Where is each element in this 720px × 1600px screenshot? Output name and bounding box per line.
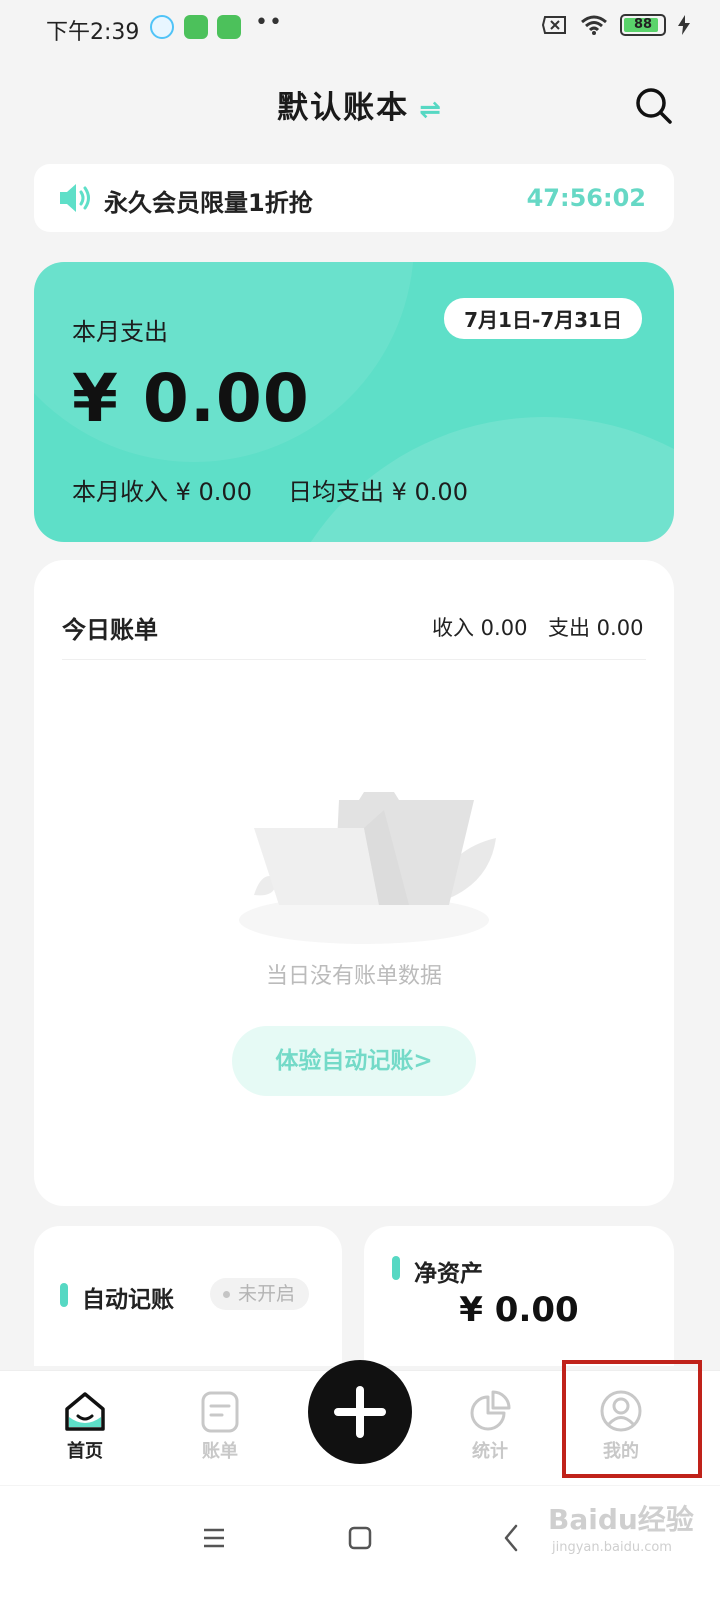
vip-promo-banner[interactable]: 永久会员限量1折抢 47:56:02 — [34, 164, 674, 232]
battery-icon: 88 — [620, 14, 666, 36]
divider — [62, 659, 646, 660]
tab-label: 账单 — [202, 1441, 238, 1462]
net-assets-amount: ¥ 0.00 — [459, 1290, 579, 1330]
search-icon[interactable] — [634, 86, 674, 126]
today-expense: 支出 0.00 — [548, 616, 644, 640]
status-text: 未开启 — [238, 1283, 296, 1305]
tab-label: 首页 — [67, 1441, 103, 1462]
date-range-badge[interactable]: 7月1日-7月31日 — [444, 298, 642, 339]
status-bar: 下午2:39 •• 88 — [0, 0, 720, 56]
home-icon — [65, 1392, 105, 1431]
monthly-summary-card[interactable]: 本月支出 7月1日-7月31日 ¥ 0.00 本月收入 ¥ 0.00 日均支出 … — [34, 262, 674, 542]
stats-icon — [470, 1390, 511, 1431]
today-income: 收入 0.00 — [432, 616, 528, 640]
status-time: 下午2:39 — [46, 20, 140, 45]
bill-icon — [201, 1391, 239, 1433]
notification-app-icon — [217, 15, 241, 39]
status-badge: 未开启 — [210, 1278, 310, 1310]
charging-icon — [678, 15, 690, 35]
tab-statistics[interactable]: 统计 — [435, 1371, 545, 1485]
monthly-expense-amount: ¥ 0.00 — [72, 360, 310, 437]
switch-ledger-icon: ⇌ — [419, 94, 443, 125]
add-record-button[interactable] — [308, 1360, 412, 1464]
accent-bar — [60, 1283, 68, 1307]
menu-icon[interactable] — [192, 1516, 236, 1560]
monthly-income: 本月收入 ¥ 0.00 — [72, 478, 252, 506]
sim-off-icon — [542, 16, 566, 34]
speaker-icon — [60, 184, 90, 212]
promo-text: 永久会员限量1折抢 — [104, 189, 313, 217]
plus-icon — [334, 1386, 386, 1438]
auto-bookkeeping-label: 自动记账 — [82, 1287, 174, 1313]
empty-state-text: 当日没有账单数据 — [265, 964, 442, 989]
wifi-icon — [581, 15, 607, 35]
try-auto-bookkeeping-button[interactable]: 体验自动记账> — [232, 1026, 476, 1096]
promo-countdown: 47:56:02 — [526, 184, 646, 212]
home-nav-icon[interactable] — [338, 1516, 382, 1560]
ledger-switcher[interactable]: 默认账本 ⇌ — [0, 82, 720, 127]
tab-home[interactable]: 首页 — [30, 1371, 140, 1485]
more-notifications-icon: •• — [255, 10, 283, 35]
net-assets-card[interactable]: 净资产 ¥ 0.00 — [364, 1226, 674, 1366]
back-icon[interactable] — [490, 1516, 534, 1560]
page-title: 默认账本 — [277, 90, 410, 126]
notification-app-icon — [150, 15, 174, 39]
empty-folder-illustration — [239, 792, 496, 944]
status-dot — [223, 1291, 230, 1298]
auto-bookkeeping-card[interactable]: 自动记账 未开启 — [34, 1226, 342, 1366]
net-assets-label: 净资产 — [414, 1261, 483, 1287]
tab-label: 统计 — [472, 1441, 508, 1462]
monthly-expense-label: 本月支出 — [72, 318, 168, 346]
notification-app-icon — [184, 15, 208, 39]
today-bills-title: 今日账单 — [62, 616, 158, 644]
battery-level: 88 — [633, 17, 653, 32]
daily-average-expense: 日均支出 ¥ 0.00 — [288, 478, 468, 506]
tab-bills[interactable]: 账单 — [165, 1371, 275, 1485]
watermark: Baidu经验 — [548, 1503, 694, 1536]
watermark-url: jingyan.baidu.com — [552, 1540, 672, 1555]
highlight-annotation — [562, 1360, 702, 1478]
today-bills-card: 今日账单 收入 0.00 支出 0.00 当日没有账单数据 体验自动记账> — [34, 560, 674, 1206]
accent-bar — [392, 1256, 400, 1280]
